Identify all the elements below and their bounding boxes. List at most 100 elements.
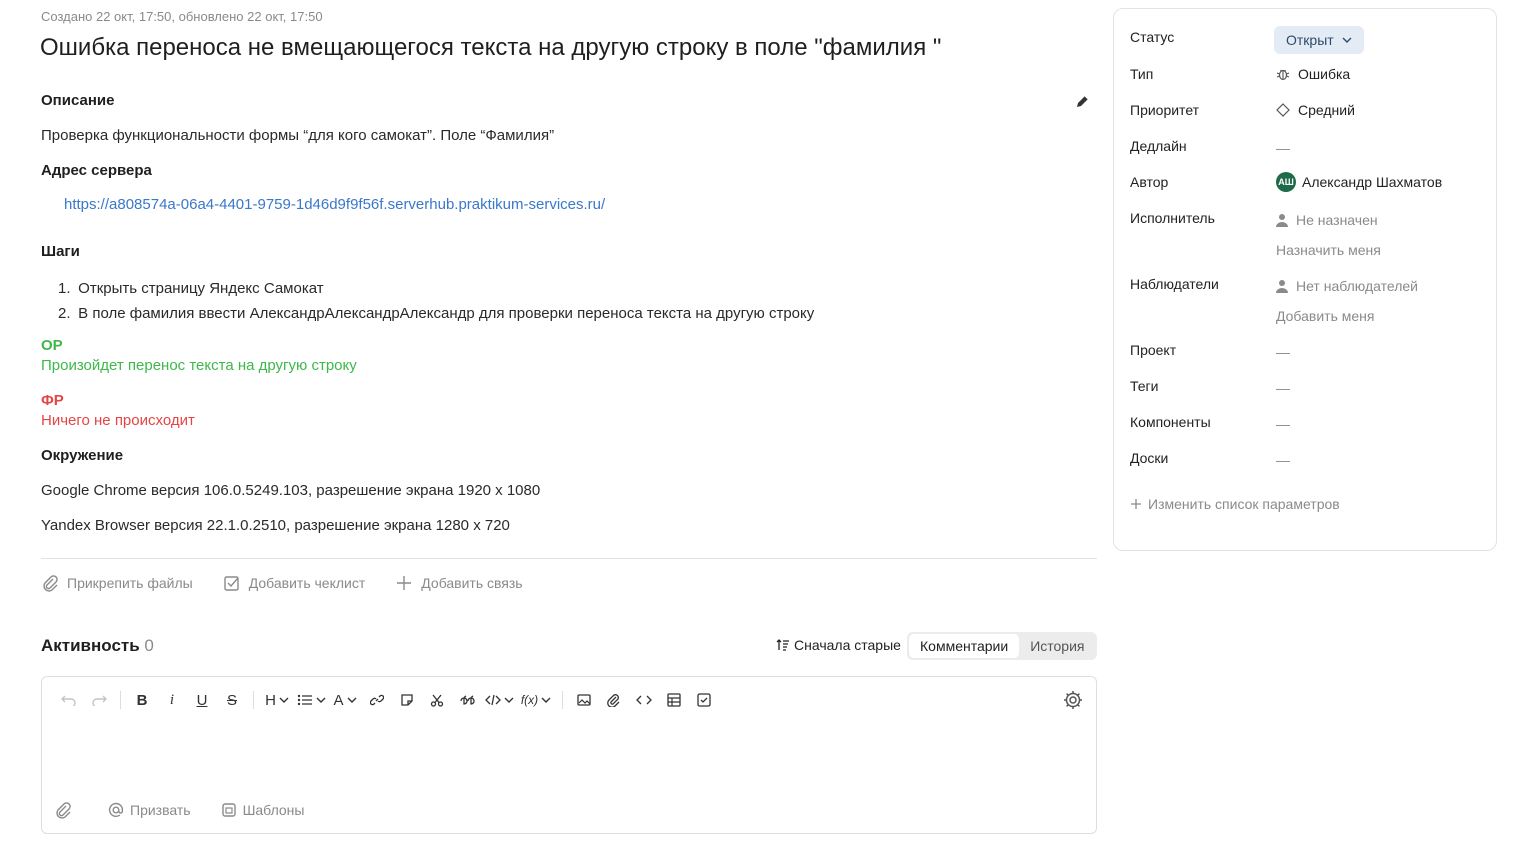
description-heading: Описание	[41, 92, 115, 109]
cut-icon[interactable]	[422, 689, 452, 711]
add-me-link[interactable]: Добавить меня	[1276, 308, 1375, 324]
undo-icon[interactable]	[54, 689, 84, 711]
note-icon[interactable]	[392, 689, 422, 711]
user-icon	[1276, 280, 1288, 293]
tab-history[interactable]: История	[1019, 634, 1095, 658]
table-icon[interactable]	[659, 689, 689, 711]
priority-value: Средний	[1298, 102, 1355, 118]
editor-attach-button[interactable]	[54, 801, 78, 819]
heading-label: H	[265, 691, 276, 709]
activity-title: Активность	[41, 636, 140, 655]
bug-icon	[1276, 69, 1290, 81]
templates-icon	[221, 803, 236, 817]
watchers-field[interactable]: Нет наблюдателей	[1276, 278, 1418, 294]
activity-heading: Активность 0	[41, 636, 154, 656]
type-field[interactable]: Ошибка	[1276, 66, 1350, 82]
steps-list: 1. Открыть страницу Яндекс Самокат 2. В …	[58, 276, 815, 326]
toolbar-divider	[562, 691, 563, 709]
chevron-down-icon	[504, 697, 513, 703]
quote-icon[interactable]	[452, 689, 482, 711]
chevron-down-icon	[279, 697, 289, 703]
underline-button[interactable]: U	[187, 689, 217, 711]
mention-label: Призвать	[130, 802, 191, 818]
formula-dropdown[interactable]: f(x)	[516, 689, 556, 711]
server-heading: Адрес сервера	[41, 162, 152, 179]
tags-value[interactable]: —	[1276, 380, 1290, 396]
boards-value[interactable]: —	[1276, 452, 1290, 468]
expected-heading: ОР	[41, 337, 63, 354]
issue-meta: Создано 22 окт, 17:50, обновлено 22 окт,…	[41, 9, 323, 24]
bold-button[interactable]: B	[127, 689, 157, 711]
attach-icon[interactable]	[599, 689, 629, 711]
chevron-down-icon	[316, 697, 325, 703]
server-url-link[interactable]: https://a808574a-06a4-4401-9759-1d46d9f9…	[64, 196, 605, 213]
priority-label: Приоритет	[1130, 102, 1200, 118]
code-icon[interactable]	[629, 689, 659, 711]
comment-editor[interactable]: B i U S H A f(x) Призвать Шаблоны	[41, 676, 1097, 834]
editor-toolbar: B i U S H A f(x)	[54, 689, 719, 711]
diamond-icon	[1276, 103, 1290, 117]
boards-label: Доски	[1130, 450, 1169, 466]
sort-label: Сначала старые	[794, 637, 901, 653]
add-checklist-button[interactable]: Добавить чеклист	[223, 574, 366, 592]
issue-sidebar: Статус Открыт Тип Ошибка Приоритет Средн…	[1113, 8, 1497, 551]
divider	[41, 558, 1097, 559]
sort-button[interactable]: Сначала старые	[776, 637, 901, 653]
heading-dropdown[interactable]: H	[260, 689, 294, 711]
assign-me-link[interactable]: Назначить меня	[1276, 242, 1381, 258]
environment-heading: Окружение	[41, 447, 124, 464]
assignee-label: Исполнитель	[1130, 210, 1215, 226]
step-text: В поле фамилия ввести АлександрАлександр…	[78, 305, 815, 322]
plus-icon	[397, 576, 412, 590]
sort-icon	[776, 639, 789, 651]
status-dropdown[interactable]: Открыт	[1274, 26, 1364, 54]
priority-field[interactable]: Средний	[1276, 102, 1355, 118]
project-value[interactable]: —	[1276, 344, 1290, 360]
checkbox-icon[interactable]	[689, 689, 719, 711]
toolbar-divider	[253, 691, 254, 709]
edit-icon[interactable]	[1075, 93, 1091, 109]
italic-button[interactable]: i	[157, 689, 187, 711]
link-icon[interactable]	[362, 689, 392, 711]
author-value: Александр Шахматов	[1302, 174, 1443, 190]
plus-icon	[1131, 499, 1141, 509]
attach-files-label: Прикрепить файлы	[67, 575, 193, 591]
image-icon[interactable]	[569, 689, 599, 711]
checklist-icon	[224, 576, 239, 591]
text-color-dropdown[interactable]: A	[328, 689, 362, 711]
step-item: 2. В поле фамилия ввести АлександрАлекса…	[58, 305, 815, 322]
components-value[interactable]: —	[1276, 416, 1290, 432]
redo-icon[interactable]	[84, 689, 114, 711]
actual-heading: ФР	[41, 392, 64, 409]
text-color-label: A	[333, 691, 344, 709]
mention-button[interactable]: Призвать	[108, 802, 191, 818]
tags-label: Теги	[1130, 378, 1159, 394]
author-field[interactable]: АШ Александр Шахматов	[1276, 172, 1442, 192]
code-block-icon	[484, 694, 501, 706]
add-checklist-label: Добавить чеклист	[248, 575, 366, 591]
tab-comments[interactable]: Комментарии	[909, 634, 1020, 658]
formula-icon: f(x)	[520, 693, 539, 707]
issue-title[interactable]: Ошибка переноса не вмещающегося текста н…	[40, 34, 941, 62]
deadline-value[interactable]: —	[1276, 140, 1290, 156]
add-link-label: Добавить связь	[421, 575, 523, 591]
settings-icon[interactable]	[1062, 689, 1084, 711]
editor-footer: Призвать Шаблоны	[54, 801, 334, 819]
assignee-field[interactable]: Не назначен	[1276, 212, 1378, 228]
components-label: Компоненты	[1130, 414, 1211, 430]
strikethrough-button[interactable]: S	[217, 689, 247, 711]
author-label: Автор	[1130, 174, 1169, 190]
toolbar-divider	[120, 691, 121, 709]
activity-tabs: Комментарии История	[907, 632, 1098, 660]
change-params-button[interactable]: Изменить список параметров	[1130, 496, 1340, 512]
chevron-down-icon	[1342, 37, 1352, 43]
templates-button[interactable]: Шаблоны	[221, 802, 304, 818]
type-value: Ошибка	[1298, 66, 1351, 82]
at-icon	[108, 802, 124, 818]
list-dropdown[interactable]	[294, 689, 328, 711]
code-block-dropdown[interactable]	[482, 689, 516, 711]
attach-files-button[interactable]: Прикрепить файлы	[41, 574, 193, 592]
add-link-button[interactable]: Добавить связь	[395, 574, 523, 592]
paperclip-icon	[56, 802, 71, 819]
user-icon	[1276, 214, 1288, 227]
